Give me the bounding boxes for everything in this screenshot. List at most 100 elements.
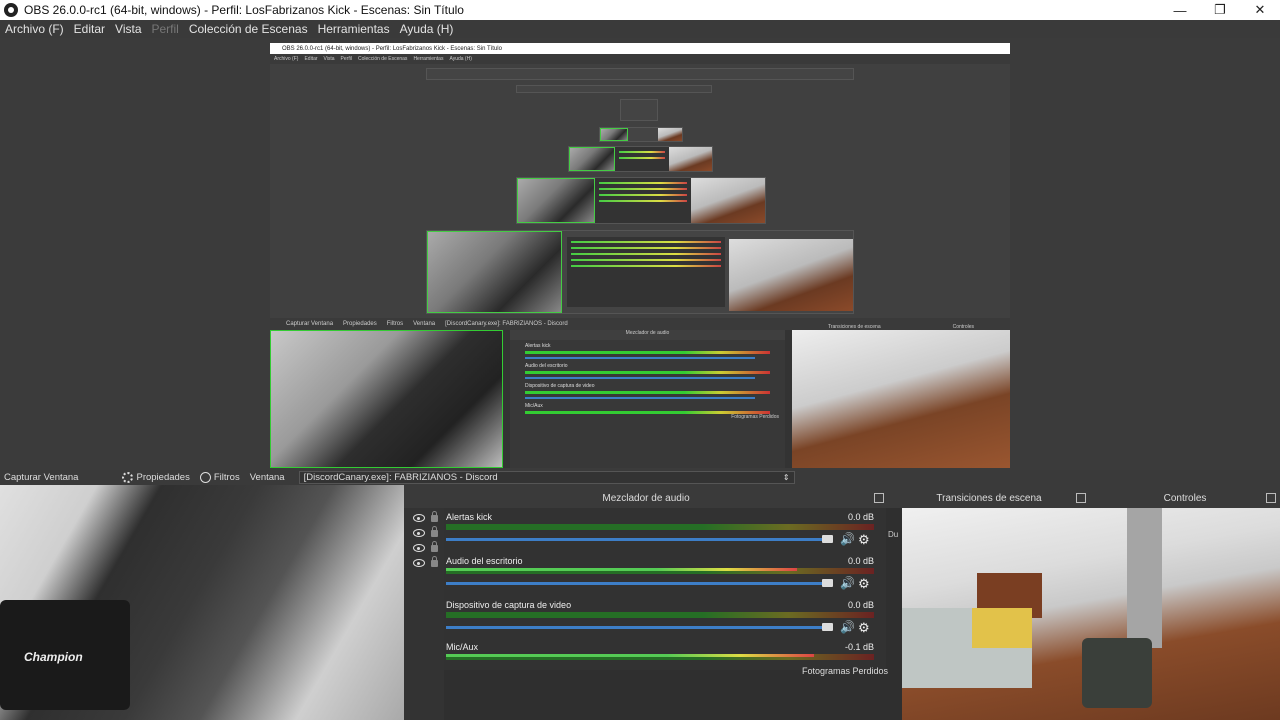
room-camera-preview [902, 508, 1280, 720]
properties-button[interactable]: Propiedades [122, 472, 190, 483]
menu-herramientas[interactable]: Herramientas [318, 22, 390, 36]
menu-perfil[interactable]: Perfil [152, 22, 179, 36]
volume-fader[interactable] [446, 538, 824, 541]
channel-name: Dispositivo de captura de video [446, 600, 572, 610]
undock-icon[interactable] [874, 493, 884, 503]
nested-menu-item: Archivo (F) [274, 56, 299, 62]
fader-handle[interactable] [822, 579, 833, 587]
recursive-frame [516, 85, 712, 93]
recursive-room [691, 178, 765, 223]
controls-title: Controles [1163, 493, 1207, 504]
menu-editar[interactable]: Editar [74, 22, 105, 36]
nested-controls-title: Controles [952, 324, 974, 330]
lock-icon[interactable] [431, 541, 438, 552]
eye-icon[interactable] [413, 544, 425, 552]
filters-button[interactable]: Filtros [199, 472, 240, 483]
recursive-camera [427, 231, 562, 313]
speaker-icon[interactable]: 🔊 [840, 620, 855, 634]
properties-label: Propiedades [136, 472, 190, 483]
volume-fader[interactable] [446, 582, 824, 585]
nested-fader [525, 377, 755, 379]
recursive-frame [426, 68, 854, 80]
nested-camera [270, 330, 503, 468]
speaker-icon[interactable]: 🔊 [840, 532, 855, 546]
lock-icon[interactable] [431, 556, 438, 567]
nested-source-item: Capturar Ventana [286, 321, 334, 327]
recursive-frame [568, 146, 713, 172]
recursive-room [729, 239, 853, 311]
nested-fader [525, 397, 755, 399]
undock-icon[interactable] [1076, 493, 1086, 503]
volume-meter [446, 612, 874, 618]
filters-label: Filtros [213, 472, 240, 483]
nested-meter [525, 351, 770, 354]
mixer-channels: Alertas kick 0.0 dB 🔊 ⚙ Audio del escrit… [444, 508, 886, 670]
gear-icon[interactable]: ⚙ [858, 532, 870, 548]
nested-mixer: Mezclador de audio Alertas kick Audio de… [510, 330, 785, 468]
gear-icon [122, 472, 134, 483]
recursive-mixer [567, 237, 725, 307]
menu-ayuda[interactable]: Ayuda (H) [400, 22, 454, 36]
nested-room: Transiciones de escena Controles [792, 324, 1010, 468]
undock-icon[interactable] [1266, 493, 1276, 503]
mixer-visibility-column [404, 508, 444, 720]
nested-source-item: Filtros [386, 321, 404, 327]
controls-header: Controles [1090, 490, 1280, 508]
audio-mixer-dock: Mezclador de audio Alertas kick 0.0 dB 🔊… [404, 490, 888, 720]
window-select-value: [DiscordCanary.exe]: FABRIZIANOS - Disco… [303, 472, 498, 483]
lost-frames-label: Fotogramas Perdidos [801, 666, 888, 676]
nested-menu: Archivo (F) Editar Vista Perfil Colecció… [270, 54, 1010, 64]
lock-icon[interactable] [431, 511, 438, 522]
menu-coleccion-escenas[interactable]: Colección de Escenas [189, 22, 308, 36]
recursive-camera [569, 147, 615, 171]
chevron-updown-icon: ⇕ [782, 473, 790, 482]
close-button[interactable]: ✕ [1240, 2, 1280, 18]
menu-archivo[interactable]: Archivo (F) [5, 22, 64, 36]
nested-menu-item: Ayuda (H) [449, 56, 472, 62]
recursive-room [669, 147, 712, 171]
nested-transitions-title: Transiciones de escena [827, 324, 881, 330]
filter-icon [199, 472, 211, 483]
volume-fader[interactable] [446, 626, 824, 629]
nested-menu-item: Perfil [340, 56, 352, 62]
mattress-shape [972, 608, 1032, 648]
eye-icon[interactable] [413, 514, 425, 522]
minimize-button[interactable]: — [1160, 3, 1200, 18]
nested-menu-item: Editar [304, 56, 318, 62]
mixer-title: Mezclador de audio [602, 493, 690, 504]
channel-audio-escritorio: Audio del escritorio 0.0 dB 🔊 ⚙ [444, 556, 886, 600]
transitions-title: Transiciones de escena [936, 493, 1042, 504]
recursive-camera [517, 178, 595, 223]
volume-meter [446, 524, 874, 530]
nested-meter [525, 391, 770, 394]
channel-db: 0.0 dB [847, 556, 874, 566]
nested-bottom-docks: Capturar Ventana Propiedades Filtros Ven… [270, 318, 1010, 468]
nested-channel-name: Audio del escritorio [525, 363, 568, 369]
speaker-icon[interactable]: 🔊 [840, 576, 855, 590]
chair-shape [1082, 638, 1152, 708]
recursive-camera [600, 128, 628, 141]
nested-menu-item: Vista [323, 56, 335, 62]
recursive-frame [620, 99, 658, 121]
window-select[interactable]: [DiscordCanary.exe]: FABRIZIANOS - Disco… [298, 471, 795, 484]
maximize-button[interactable]: ❐ [1200, 2, 1240, 18]
eye-icon[interactable] [413, 529, 425, 537]
obs-logo-icon [4, 3, 18, 17]
menu-vista[interactable]: Vista [115, 22, 141, 36]
preview-canvas[interactable]: OBS 26.0.0-rc1 (64-bit, windows) - Perfi… [0, 38, 1280, 470]
recursive-mixer [615, 147, 669, 171]
nested-menu-item: Colección de Escenas [357, 56, 408, 62]
gear-icon[interactable]: ⚙ [858, 576, 870, 592]
nested-title: OBS 26.0.0-rc1 (64-bit, windows) - Perfi… [270, 43, 1010, 54]
channel-name: Audio del escritorio [446, 556, 523, 566]
channel-mic-aux: Mic/Aux -0.1 dB [444, 642, 886, 686]
channel-db: 0.0 dB [847, 512, 874, 522]
eye-icon[interactable] [413, 559, 425, 567]
gear-icon[interactable]: ⚙ [858, 620, 870, 636]
fader-handle[interactable] [822, 535, 833, 543]
fader-handle[interactable] [822, 623, 833, 631]
nested-fader [525, 357, 755, 359]
camera-preview: Champion [0, 485, 404, 720]
transitions-panel: Du [888, 508, 902, 720]
lock-icon[interactable] [431, 526, 438, 537]
